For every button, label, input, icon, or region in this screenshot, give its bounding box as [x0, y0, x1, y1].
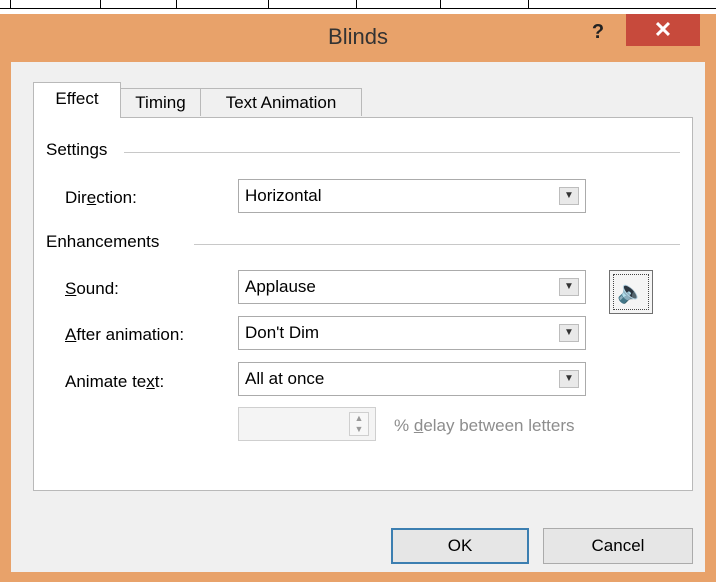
ruler-tick [10, 0, 11, 8]
sound-value: Applause [245, 277, 316, 296]
tab-text-animation[interactable]: Text Animation [200, 88, 362, 116]
settings-group-title: Settings [46, 140, 116, 160]
after-animation-dropdown[interactable]: Don't Dim ▼ [238, 316, 586, 350]
ruler-tick [268, 0, 269, 8]
blinds-dialog: Blinds ? ✕ Effect Timing Text Animation … [0, 14, 716, 582]
letter-delay-spinner[interactable]: ▲ ▼ [238, 407, 376, 441]
animate-text-dropdown[interactable]: All at once ▼ [238, 362, 586, 396]
ruler-tick [176, 0, 177, 8]
ok-button[interactable]: OK [391, 528, 529, 564]
direction-dropdown[interactable]: Horizontal ▼ [238, 179, 586, 213]
chevron-down-icon[interactable]: ▼ [559, 324, 579, 342]
enhancements-group-title: Enhancements [46, 232, 168, 252]
after-animation-value: Don't Dim [245, 323, 320, 342]
ruler-tick [440, 0, 441, 8]
close-button[interactable]: ✕ [626, 14, 700, 46]
chevron-down-icon[interactable]: ▼ [559, 370, 579, 388]
sound-dropdown[interactable]: Applause ▼ [238, 270, 586, 304]
direction-label: Direction: [65, 188, 137, 207]
sound-label: Sound: [65, 279, 119, 298]
ruler-tick [528, 0, 529, 8]
sound-settings-button[interactable]: 🔈 [609, 270, 653, 314]
tab-effect[interactable]: Effect [33, 82, 121, 118]
ruler-tick [356, 0, 357, 8]
help-button[interactable]: ? [584, 18, 612, 46]
chevron-down-icon[interactable]: ▼ [559, 187, 579, 205]
letter-delay-label: % delay between letters [394, 416, 575, 435]
enhancements-divider [194, 244, 680, 245]
tab-timing[interactable]: Timing [120, 88, 201, 116]
ruler-line [0, 8, 716, 9]
spinner-arrows-icon[interactable]: ▲ ▼ [349, 412, 369, 436]
direction-value: Horizontal [245, 186, 322, 205]
ruler-tick [100, 0, 101, 8]
close-icon: ✕ [653, 17, 673, 42]
effect-panel: Settings Direction: Horizontal ▼ Enhance… [33, 117, 693, 491]
after-animation-label: After animation: [65, 325, 185, 344]
background-ruler [0, 0, 716, 14]
animate-text-label: Animate text: [65, 372, 165, 391]
dialog-body: Effect Timing Text Animation Settings Di… [11, 62, 705, 572]
settings-divider [124, 152, 680, 153]
title-bar[interactable]: Blinds ? ✕ [0, 14, 716, 62]
speaker-icon: 🔈 [613, 274, 649, 310]
cancel-button[interactable]: Cancel [543, 528, 693, 564]
animate-text-value: All at once [245, 369, 325, 388]
chevron-down-icon[interactable]: ▼ [559, 278, 579, 296]
